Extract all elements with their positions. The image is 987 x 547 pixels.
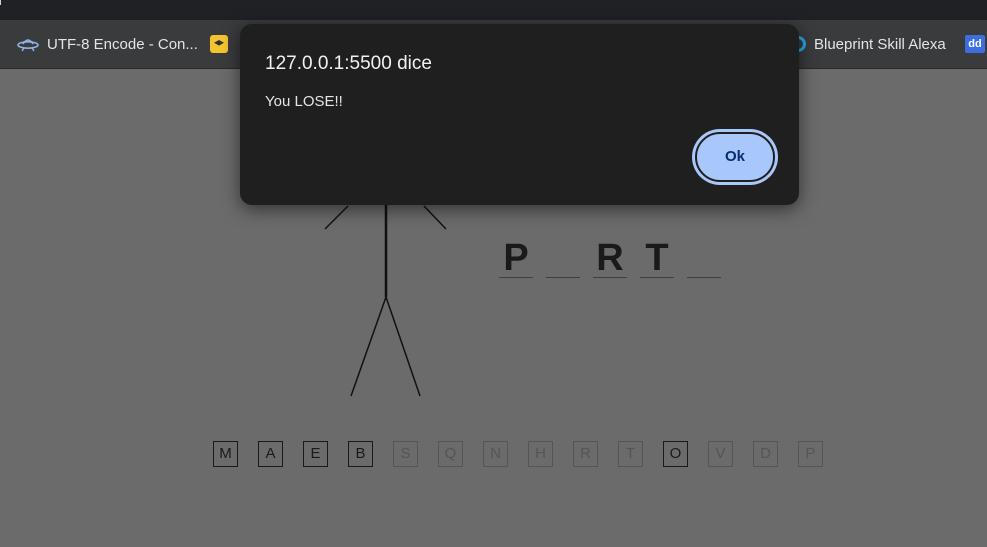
letter-key-e[interactable]: E bbox=[303, 441, 328, 467]
letter-keyboard: M A E B S Q N H R T O V D P bbox=[213, 441, 843, 467]
ok-button[interactable]: Ok bbox=[695, 132, 775, 182]
bookmark-dd[interactable]: dd bbox=[965, 33, 985, 55]
bookmark-utf8-encode[interactable]: UTF-8 Encode - Con... bbox=[17, 33, 198, 55]
ufo-icon bbox=[17, 39, 39, 52]
word-slot: T bbox=[640, 238, 674, 278]
letter-key-v[interactable]: V bbox=[708, 441, 733, 467]
hangman-right-leg bbox=[385, 296, 421, 397]
letter-key-q[interactable]: Q bbox=[438, 441, 463, 467]
bookmark-label: UTF-8 Encode - Con... bbox=[47, 35, 198, 53]
tab-strip-edge bbox=[0, 0, 1, 5]
letter-key-s[interactable]: S bbox=[393, 441, 418, 467]
letter-key-t[interactable]: T bbox=[618, 441, 643, 467]
layers-icon bbox=[210, 35, 228, 53]
bookmark-label: Blueprint Skill Alexa bbox=[814, 35, 946, 53]
letter-key-a[interactable]: A bbox=[258, 441, 283, 467]
letter-key-r[interactable]: R bbox=[573, 441, 598, 467]
dialog-title: 127.0.0.1:5500 dice bbox=[265, 53, 432, 74]
word-slot: P bbox=[499, 238, 533, 278]
hangman-left-leg bbox=[350, 296, 387, 397]
letter-key-n[interactable]: N bbox=[483, 441, 508, 467]
bookmark-layers[interactable] bbox=[210, 33, 236, 55]
dialog-message: You LOSE!! bbox=[265, 93, 343, 110]
bookmark-blueprint-skill[interactable]: Blueprint Skill Alexa bbox=[790, 33, 946, 55]
hangman-left-arm bbox=[324, 205, 349, 230]
word-slot bbox=[546, 238, 580, 278]
letter-key-m[interactable]: M bbox=[213, 441, 238, 467]
letter-key-d[interactable]: D bbox=[753, 441, 778, 467]
word-slot: R bbox=[593, 238, 627, 278]
letter-key-o[interactable]: O bbox=[663, 441, 688, 467]
letter-key-b[interactable]: B bbox=[348, 441, 373, 467]
dd-icon: dd bbox=[965, 35, 985, 53]
alert-dialog: 127.0.0.1:5500 dice You LOSE!! Ok bbox=[240, 24, 799, 205]
tab-strip bbox=[0, 0, 987, 20]
word-display: P R T bbox=[499, 238, 734, 278]
hangman-right-arm bbox=[423, 205, 447, 230]
word-slot bbox=[687, 238, 721, 278]
letter-key-h[interactable]: H bbox=[528, 441, 553, 467]
letter-key-p[interactable]: P bbox=[798, 441, 823, 467]
